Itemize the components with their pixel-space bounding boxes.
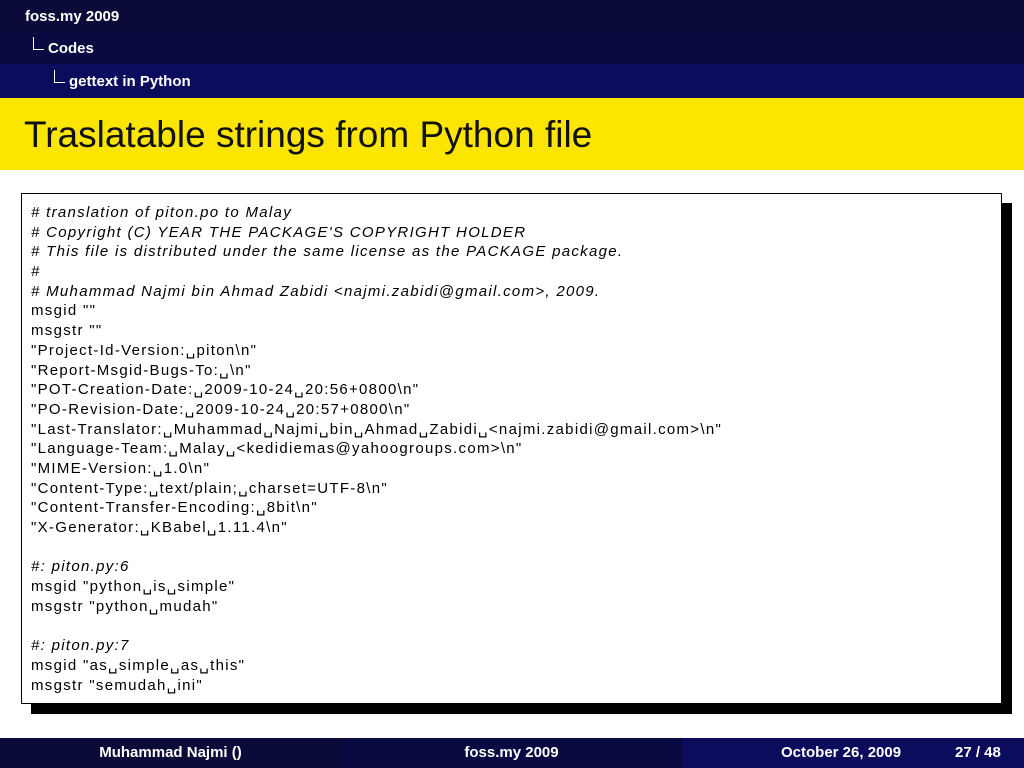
- footer-page-number: 27 / 48: [955, 744, 1001, 761]
- code-line: msgid "python␣is␣simple": [31, 578, 236, 596]
- code-line: msgstr "": [31, 322, 103, 340]
- title-bar: Traslatable strings from Python file: [0, 98, 1024, 170]
- tree-elbow-icon: [33, 37, 44, 50]
- code-line: # Muhammad Najmi bin Ahmad Zabidi <najmi…: [31, 282, 601, 300]
- header-subsection-row: Codes: [0, 32, 1024, 64]
- code-line: msgstr "semudah␣ini": [31, 676, 204, 694]
- footer-date: October 26, 2009: [781, 744, 902, 761]
- code-line: # This file is distributed under the sam…: [31, 243, 624, 261]
- code-line: #: [31, 263, 41, 281]
- code-line: "Language-Team:␣Malay␣<kedidiemas@yahoog…: [31, 440, 523, 458]
- code-box: # translation of piton.po to Malay # Copy…: [21, 193, 1002, 704]
- footer-author: Muhammad Najmi (): [0, 738, 341, 768]
- tree-elbow-icon: [54, 70, 65, 83]
- code-line: #: piton.py:6: [31, 558, 130, 576]
- code-line: "X-Generator:␣KBabel␣1.11.4\n": [31, 519, 288, 536]
- header-section[interactable]: foss.my 2009: [25, 8, 119, 25]
- header-subsubsection[interactable]: gettext in Python: [69, 73, 191, 90]
- code-line: "POT-Creation-Date:␣2009-10-24␣20:56+080…: [31, 381, 420, 399]
- header-subsection[interactable]: Codes: [48, 40, 94, 57]
- footer-event: foss.my 2009: [341, 738, 682, 768]
- code-line: "MIME-Version:␣1.0\n": [31, 459, 211, 477]
- code-line: "Report-Msgid-Bugs-To:␣\n": [31, 361, 252, 379]
- code-listing: # translation of piton.po to Malay # Copy…: [31, 203, 993, 695]
- code-line: "PO-Revision-Date:␣2009-10-24␣20:57+0800…: [31, 400, 411, 418]
- slide-title: Traslatable strings from Python file: [24, 114, 593, 155]
- code-line: "Content-Transfer-Encoding:␣8bit\n": [31, 499, 318, 517]
- footer-date-page: October 26, 2009 27 / 48: [682, 738, 1024, 768]
- code-line: "Last-Translator:␣Muhammad␣Najmi␣bin␣Ahm…: [31, 420, 723, 438]
- code-line: msgid "as␣simple␣as␣this": [31, 656, 246, 674]
- header-subsubsection-row: gettext in Python: [0, 64, 1024, 98]
- header-section-row: foss.my 2009: [0, 0, 1024, 32]
- code-line: msgid "": [31, 302, 97, 320]
- footer: Muhammad Najmi () foss.my 2009 October 2…: [0, 738, 1024, 768]
- code-line: "Content-Type:␣text/plain;␣charset=UTF-8…: [31, 479, 388, 497]
- code-line: "Project-Id-Version:␣piton\n": [31, 341, 258, 359]
- code-line: # translation of piton.po to Malay: [31, 204, 292, 221]
- code-line: msgstr "python␣mudah": [31, 597, 219, 615]
- code-line: #: piton.py:7: [31, 637, 130, 655]
- code-line: # Copyright (C) YEAR THE PACKAGE'S COPYR…: [31, 223, 527, 241]
- slide: foss.my 2009 Codes gettext in Python Tra…: [0, 0, 1024, 768]
